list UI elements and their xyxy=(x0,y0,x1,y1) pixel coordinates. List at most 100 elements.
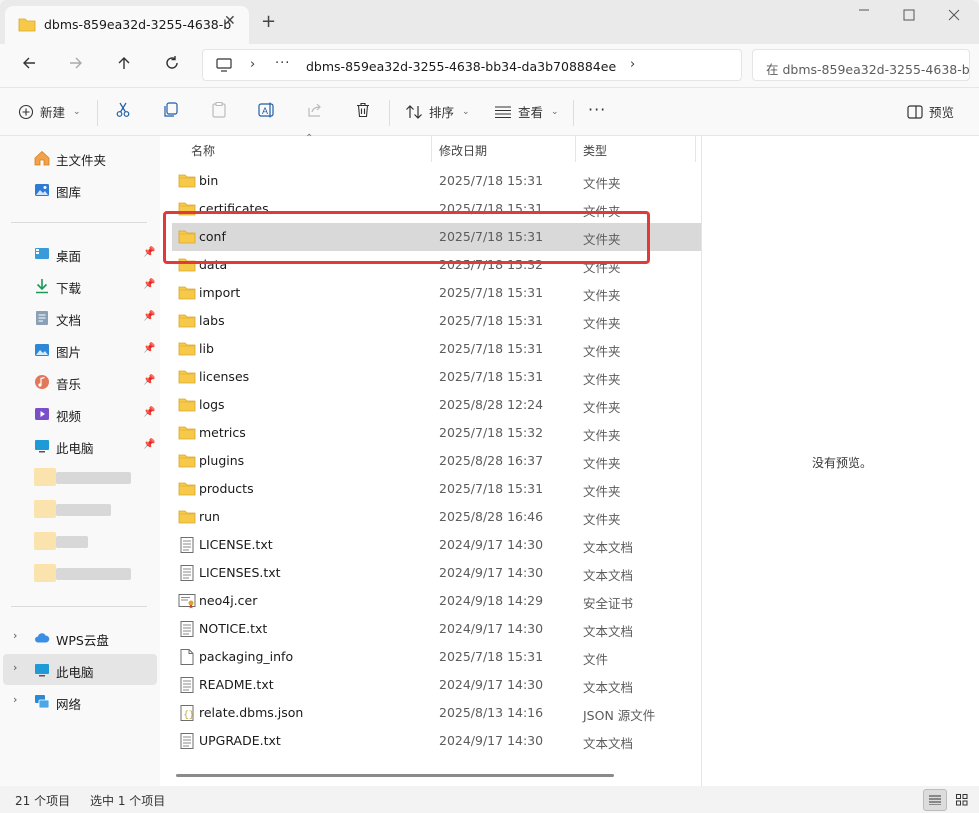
file-row[interactable]: licenses 2025/7/18 15:31 文件夹 xyxy=(172,363,701,391)
tiles-view-icon xyxy=(956,794,968,806)
column-header-name[interactable]: 名称 xyxy=(191,142,215,159)
preview-pane-button[interactable]: 预览 xyxy=(907,102,954,121)
chevron-right-icon[interactable]: › xyxy=(13,629,17,642)
folder-icon xyxy=(178,509,196,525)
search-input[interactable]: 在 dbms-859ea32d-3255-4638-bb34-da3b70888… xyxy=(752,49,970,81)
path-segment[interactable]: dbms-859ea32d-3255-4638-bb34-da3b708884e… xyxy=(306,59,616,74)
file-row[interactable]: certificates 2025/7/18 15:31 文件夹 xyxy=(172,195,701,223)
column-header-type[interactable]: 类型 xyxy=(583,142,607,159)
cut-icon[interactable] xyxy=(115,102,131,118)
monitor-icon[interactable] xyxy=(216,58,232,76)
close-tab-icon[interactable]: ✕ xyxy=(224,13,236,29)
copy-icon[interactable] xyxy=(163,102,179,118)
file-row[interactable]: products 2025/7/18 15:31 文件夹 xyxy=(172,475,701,503)
forward-icon[interactable] xyxy=(68,55,84,74)
file-name: UPGRADE.txt xyxy=(199,733,281,748)
nav-item-redacted[interactable] xyxy=(3,558,157,589)
file-type: 文本文档 xyxy=(583,736,634,751)
chevron-right-icon[interactable]: › xyxy=(250,57,255,72)
pc-icon xyxy=(34,438,50,454)
file-row[interactable]: metrics 2025/7/18 15:32 文件夹 xyxy=(172,419,701,447)
back-icon[interactable] xyxy=(21,55,37,74)
nav-item-this-pc-pinned[interactable]: 此电脑 📌 xyxy=(3,430,157,461)
nav-item-gallery[interactable]: 图库 xyxy=(3,174,157,205)
file-row[interactable]: logs 2025/8/28 12:24 文件夹 xyxy=(172,391,701,419)
file-name: conf xyxy=(199,229,226,244)
file-row[interactable]: README.txt 2024/9/17 14:30 文本文档 xyxy=(172,671,701,699)
file-row[interactable]: labs 2025/7/18 15:31 文件夹 xyxy=(172,307,701,335)
horizontal-scrollbar[interactable] xyxy=(176,774,614,777)
title-bar: dbms-859ea32d-3255-4638-b ✕ + xyxy=(0,0,979,44)
column-header-date[interactable]: 修改日期 xyxy=(439,142,487,159)
file-row[interactable]: packaging_info 2025/7/18 15:31 文件 xyxy=(172,643,701,671)
nav-item-this-pc[interactable]: › 此电脑 xyxy=(3,654,157,685)
close-window-icon[interactable] xyxy=(948,9,960,25)
nav-item-documents[interactable]: 文档 📌 xyxy=(3,302,157,333)
share-icon[interactable] xyxy=(307,102,323,118)
file-date: 2025/7/18 15:31 xyxy=(439,173,544,188)
text-file-icon xyxy=(178,537,196,553)
view-button[interactable]: 查看 ⌄ xyxy=(494,102,559,121)
nav-label: 下载 xyxy=(56,281,82,296)
nav-item-redacted[interactable] xyxy=(3,526,157,557)
nav-item-redacted[interactable] xyxy=(3,462,157,493)
nav-item-network[interactable]: › 网络 xyxy=(3,686,157,717)
file-row[interactable]: plugins 2025/8/28 16:37 文件夹 xyxy=(172,447,701,475)
file-row[interactable]: lib 2025/7/18 15:31 文件夹 xyxy=(172,335,701,363)
file-row[interactable]: import 2025/7/18 15:31 文件夹 xyxy=(172,279,701,307)
tiles-view-button[interactable] xyxy=(950,789,974,811)
nav-item-home[interactable]: 主文件夹 xyxy=(3,142,157,173)
file-name: metrics xyxy=(199,425,246,440)
plus-circle-icon xyxy=(18,104,34,119)
file-icon xyxy=(178,649,196,665)
text-file-icon xyxy=(178,565,196,581)
file-date: 2025/8/13 14:16 xyxy=(439,705,544,720)
chevron-right-icon[interactable]: › xyxy=(13,661,17,674)
file-row[interactable]: data 2025/7/18 15:32 文件夹 xyxy=(172,251,701,279)
address-field[interactable]: › ··· dbms-859ea32d-3255-4638-bb34-da3b7… xyxy=(202,49,742,81)
file-row[interactable]: NOTICE.txt 2024/9/17 14:30 文本文档 xyxy=(172,615,701,643)
more-options-button[interactable]: ··· xyxy=(588,100,606,119)
file-row[interactable]: neo4j.cer 2024/9/18 14:29 安全证书 xyxy=(172,587,701,615)
file-name: import xyxy=(199,285,241,300)
column-divider[interactable] xyxy=(695,136,696,162)
minimize-icon[interactable] xyxy=(858,4,870,20)
rename-icon[interactable]: A xyxy=(258,102,276,118)
file-row[interactable]: run 2025/8/28 16:46 文件夹 xyxy=(172,503,701,531)
file-row[interactable]: bin 2025/7/18 15:31 文件夹 xyxy=(172,167,701,195)
tab-active[interactable]: dbms-859ea32d-3255-4638-b ✕ xyxy=(5,6,249,44)
nav-item-desktop[interactable]: 桌面 📌 xyxy=(3,238,157,269)
text-file-icon xyxy=(178,733,196,749)
sort-button[interactable]: 排序 ⌄ xyxy=(405,102,470,121)
refresh-icon[interactable] xyxy=(164,55,180,74)
up-icon[interactable] xyxy=(116,55,132,74)
chevron-right-icon[interactable]: › xyxy=(13,693,17,706)
path-overflow-button[interactable]: ··· xyxy=(275,56,290,71)
nav-item-wps-cloud[interactable]: › WPS云盘 xyxy=(3,622,157,653)
file-row[interactable]: conf 2025/7/18 15:31 文件夹 xyxy=(172,223,701,251)
nav-item-redacted[interactable] xyxy=(3,494,157,525)
file-row[interactable]: {} relate.dbms.json 2025/8/13 14:16 JSON 源文… xyxy=(172,699,701,727)
chevron-down-icon: ⌄ xyxy=(462,106,470,117)
delete-icon[interactable] xyxy=(355,102,371,118)
search-placeholder: 在 dbms-859ea32d-3255-4638-bb34-da3b70888… xyxy=(766,62,970,77)
new-button[interactable]: 新建 ⌄ xyxy=(18,102,81,121)
file-type: 文本文档 xyxy=(583,624,634,639)
nav-item-music[interactable]: 音乐 📌 xyxy=(3,366,157,397)
file-row[interactable]: LICENSE.txt 2024/9/17 14:30 文本文档 xyxy=(172,531,701,559)
file-date: 2025/7/18 15:31 xyxy=(439,285,544,300)
chevron-right-icon[interactable]: › xyxy=(630,57,635,72)
file-row[interactable]: LICENSES.txt 2024/9/17 14:30 文本文档 xyxy=(172,559,701,587)
paste-icon[interactable] xyxy=(211,102,227,118)
column-divider[interactable] xyxy=(575,136,576,162)
new-tab-button[interactable]: + xyxy=(261,11,276,32)
maximize-icon[interactable] xyxy=(903,9,915,25)
nav-item-downloads[interactable]: 下载 📌 xyxy=(3,270,157,301)
details-view-button[interactable] xyxy=(923,789,947,811)
column-divider[interactable] xyxy=(431,136,432,162)
nav-item-videos[interactable]: 视频 📌 xyxy=(3,398,157,429)
file-row[interactable]: UPGRADE.txt 2024/9/17 14:30 文本文档 xyxy=(172,727,701,755)
nav-item-pictures[interactable]: 图片 📌 xyxy=(3,334,157,365)
new-label: 新建 xyxy=(40,105,66,120)
file-type: 文件夹 xyxy=(583,204,621,219)
